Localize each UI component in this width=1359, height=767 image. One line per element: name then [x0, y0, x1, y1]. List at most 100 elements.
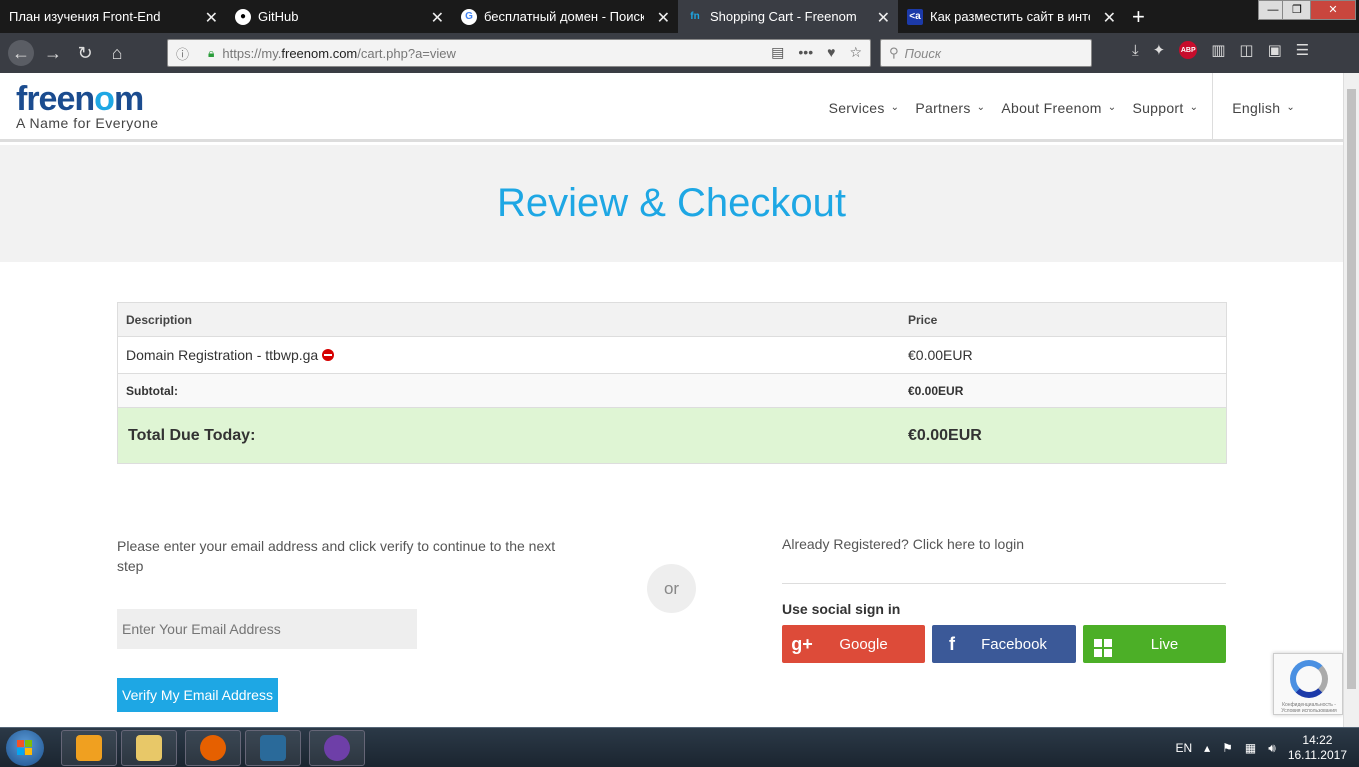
show-hidden-icons-icon[interactable]: ▴	[1204, 741, 1210, 755]
firefox-icon	[200, 735, 226, 761]
system-tray: EN ▴ ⚑ ▦ 🔊︎ 14:22 16.11.2017	[1175, 728, 1347, 767]
browser-toolbar: ← → ↻ ⌂ ⓘ 🔒︎ https://my. freenom.com/cart…	[0, 33, 1359, 73]
restore-button[interactable]: ❐	[1282, 0, 1312, 20]
bookmark-star-icon[interactable]: ☆	[849, 44, 862, 61]
freenom-icon: fn	[690, 11, 700, 22]
tab-github[interactable]: ● GitHub ✕	[226, 0, 452, 33]
language-indicator[interactable]: EN	[1175, 741, 1192, 755]
page-scrollbar[interactable]	[1343, 73, 1359, 727]
login-link[interactable]: Already Registered? Click here to login	[782, 536, 1024, 552]
close-icon[interactable]: ✕	[877, 8, 890, 28]
nav-support[interactable]: Support ⌄	[1132, 100, 1198, 116]
downloads-icon[interactable]: ⤓	[1132, 42, 1139, 59]
close-icon[interactable]: ✕	[205, 8, 218, 28]
nav-about[interactable]: About Freenom ⌄	[1001, 100, 1116, 116]
social-sign-in-title: Use social sign in	[782, 601, 901, 617]
clock[interactable]: 14:22 16.11.2017	[1288, 733, 1347, 763]
network-icon[interactable]: ▦	[1245, 741, 1256, 755]
google-plus-icon: g+	[791, 633, 813, 654]
live-sign-in-button[interactable]: Live	[1083, 625, 1226, 663]
reader-view-icon[interactable]: ▤	[771, 44, 784, 61]
folder-icon	[136, 735, 162, 761]
email-prompt: Please enter your email address and clic…	[117, 538, 556, 574]
taskbar-firefox[interactable]	[185, 730, 241, 766]
language-selector[interactable]: English ⌄	[1212, 73, 1295, 142]
table-header: Description Price	[118, 303, 1226, 337]
close-icon[interactable]: ✕	[1103, 8, 1116, 28]
column-header-description: Description	[126, 312, 193, 327]
total-value: €0.00EUR	[908, 426, 982, 444]
habr-icon: <a	[907, 8, 923, 25]
tab-site-hosting[interactable]: <a Как разместить сайт в интерн ✕	[898, 0, 1124, 33]
adblock-icon[interactable]: ABP	[1179, 41, 1198, 59]
tab-google-search[interactable]: G бесплатный домен - Поиск в G ✕	[452, 0, 678, 33]
tab-shopping-cart[interactable]: fn Shopping Cart - Freenom ✕	[678, 0, 898, 33]
scrollbar-thumb[interactable]	[1347, 89, 1356, 689]
search-icon: ⚲	[889, 45, 899, 60]
google-icon: G	[461, 8, 477, 25]
info-icon[interactable]: ⓘ	[176, 44, 189, 63]
cart-table: Description Price Domain Registration - …	[117, 302, 1227, 464]
taskbar-app[interactable]	[245, 730, 301, 766]
reload-button[interactable]: ↻	[72, 40, 98, 66]
close-icon[interactable]: ✕	[431, 8, 444, 28]
verify-email-button[interactable]: Verify My Email Address	[117, 678, 278, 712]
column-header-price: Price	[908, 312, 938, 327]
page-content: freenom A Name for Everyone Services ⌄ Pa…	[0, 73, 1343, 727]
new-tab-button[interactable]: +	[1132, 4, 1145, 30]
page-title: Review & Checkout	[496, 181, 847, 225]
divider	[782, 583, 1226, 584]
volume-icon[interactable]: 🔊︎	[1268, 741, 1276, 756]
sidebar-icon[interactable]: ◫	[1239, 41, 1253, 59]
freenom-logo[interactable]: freenom A Name for Everyone	[16, 81, 159, 131]
subtotal-value: €0.00EUR	[908, 383, 964, 398]
page-actions-icon[interactable]: •••	[798, 44, 813, 61]
or-separator: or	[647, 564, 696, 613]
table-row: Domain Registration - ttbwp.ga €0.00EUR	[118, 337, 1226, 374]
library-icon[interactable]: ▥	[1211, 41, 1225, 59]
github-icon: ●	[235, 8, 251, 25]
windows-icon	[17, 740, 32, 755]
chevron-down-icon: ⌄	[976, 102, 986, 113]
google-sign-in-button[interactable]: g+ Google	[782, 625, 925, 663]
flag-icon[interactable]: ⚑	[1222, 741, 1233, 755]
email-input[interactable]	[117, 609, 417, 649]
item-price: €0.00EUR	[908, 347, 973, 363]
close-icon[interactable]: ✕	[657, 8, 670, 28]
media-player-icon	[76, 735, 102, 761]
tab-front-end-plan[interactable]: План изучения Front-End ✕	[0, 0, 226, 33]
close-window-button[interactable]: ✕	[1310, 0, 1356, 20]
taskbar-github-desktop[interactable]	[309, 730, 365, 766]
menu-icon[interactable]: ☰	[1296, 41, 1309, 59]
extension-s3-icon[interactable]: ▣	[1268, 41, 1282, 59]
facebook-sign-in-button[interactable]: f Facebook	[932, 625, 1076, 663]
chevron-down-icon: ⌄	[890, 102, 900, 113]
windows-icon	[1083, 631, 1123, 657]
github-desktop-icon	[324, 735, 350, 761]
taskbar-media-player[interactable]	[61, 730, 117, 766]
taskbar-explorer[interactable]	[121, 730, 177, 766]
back-button[interactable]: ←	[8, 40, 34, 66]
start-button[interactable]	[6, 730, 44, 766]
subtotal-row: Subtotal: €0.00EUR	[118, 374, 1226, 408]
chevron-down-icon: ⌄	[1189, 102, 1199, 113]
pocket-icon[interactable]: ♥	[827, 44, 835, 61]
recaptcha-badge[interactable]: Конфиденциальность - Условия использован…	[1273, 653, 1343, 715]
extension-icon[interactable]: ✦	[1153, 41, 1166, 59]
search-box[interactable]: ⚲ Поиск	[880, 39, 1092, 67]
taskbar: EN ▴ ⚑ ▦ 🔊︎ 14:22 16.11.2017	[0, 727, 1359, 767]
lock-icon: 🔒︎	[208, 45, 215, 60]
tagline: A Name for Everyone	[16, 115, 159, 131]
address-bar[interactable]: ⓘ 🔒︎ https://my. freenom.com/cart.php?a=v…	[167, 39, 871, 67]
total-label: Total Due Today:	[128, 426, 256, 444]
app-icon	[260, 735, 286, 761]
remove-icon[interactable]	[322, 349, 335, 361]
forward-button[interactable]: →	[40, 40, 66, 66]
nav-partners[interactable]: Partners ⌄	[915, 100, 985, 116]
subtotal-label: Subtotal:	[126, 383, 178, 398]
home-button[interactable]: ⌂	[104, 40, 130, 66]
total-row: Total Due Today: €0.00EUR	[118, 408, 1226, 463]
nav-services[interactable]: Services ⌄	[829, 100, 900, 116]
page-hero: Review & Checkout	[0, 145, 1343, 262]
main-nav: Services ⌄ Partners ⌄ About Freenom ⌄ Suppo…	[813, 73, 1295, 142]
